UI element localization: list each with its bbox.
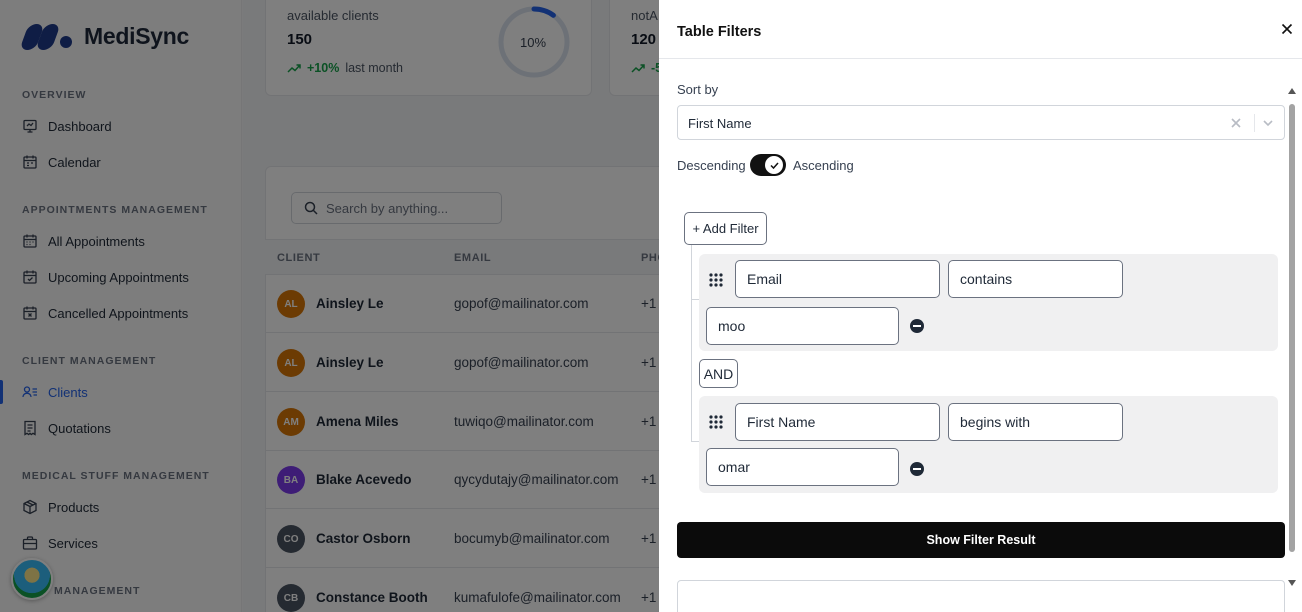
- filter-rule: First Name begins with omar: [699, 396, 1278, 493]
- drag-handle-icon[interactable]: [707, 413, 725, 431]
- order-descending-label: Descending: [677, 158, 746, 173]
- chevron-down-icon[interactable]: [1261, 116, 1275, 130]
- drawer-scrollbar[interactable]: [1286, 86, 1298, 590]
- scroll-up-arrow-icon[interactable]: [1288, 88, 1296, 94]
- divider: [659, 58, 1302, 59]
- drag-handle-icon[interactable]: [707, 271, 725, 289]
- clear-icon[interactable]: [1229, 116, 1243, 130]
- close-icon[interactable]: [1279, 21, 1295, 37]
- scroll-down-arrow-icon[interactable]: [1288, 580, 1296, 586]
- add-filter-button[interactable]: + Add Filter: [684, 212, 767, 245]
- modal-backdrop[interactable]: [0, 0, 659, 612]
- tree-connector: [691, 299, 699, 300]
- scroll-thumb[interactable]: [1289, 104, 1295, 552]
- filter-value-input[interactable]: moo: [706, 307, 899, 345]
- sort-order-toggle[interactable]: [750, 154, 786, 176]
- filter-rule: Email contains moo: [699, 254, 1278, 351]
- secondary-button[interactable]: [677, 580, 1285, 612]
- tree-connector: [691, 245, 692, 442]
- table-filters-drawer: Table Filters Sort by First Name Descend…: [659, 0, 1302, 612]
- check-icon: [769, 161, 779, 169]
- filter-value-input[interactable]: omar: [706, 448, 899, 486]
- sort-by-label: Sort by: [677, 82, 719, 97]
- logic-operator-button[interactable]: AND: [699, 359, 738, 388]
- show-filter-result-button[interactable]: Show Filter Result: [677, 522, 1285, 558]
- filter-operator-select[interactable]: begins with: [948, 403, 1123, 441]
- filter-field-select[interactable]: Email: [735, 260, 940, 298]
- tree-connector: [691, 441, 699, 442]
- sort-by-select[interactable]: First Name: [677, 105, 1285, 140]
- sort-by-value: First Name: [688, 116, 752, 131]
- toggle-knob: [765, 156, 783, 174]
- filter-field-select[interactable]: First Name: [735, 403, 940, 441]
- order-ascending-label: Ascending: [793, 158, 854, 173]
- select-separator: [1254, 114, 1255, 132]
- remove-filter-icon[interactable]: [910, 319, 924, 333]
- drawer-title: Table Filters: [677, 24, 762, 40]
- filter-operator-select[interactable]: contains: [948, 260, 1123, 298]
- remove-filter-icon[interactable]: [910, 462, 924, 476]
